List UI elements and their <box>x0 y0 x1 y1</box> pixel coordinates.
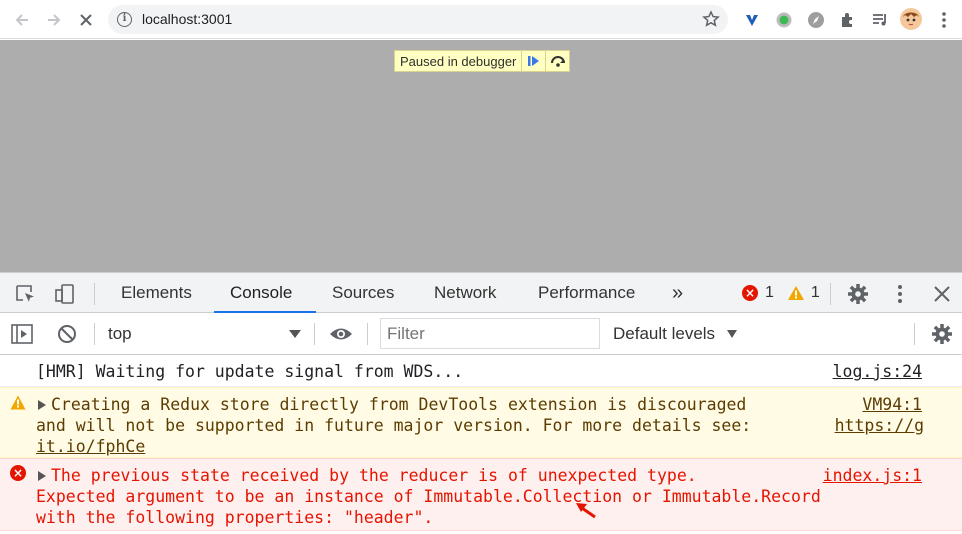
resume-icon <box>527 56 539 66</box>
block-icon <box>58 325 76 343</box>
filter-input[interactable] <box>380 318 600 349</box>
sidebar-toggle-icon <box>11 324 33 344</box>
arrow-right-icon <box>48 14 61 26</box>
message-text: Creating a Redux store directly from Dev… <box>51 395 747 414</box>
tab-performance[interactable]: Performance <box>538 273 635 313</box>
toolbar-divider <box>367 323 368 345</box>
tab-console[interactable]: Console <box>230 273 292 313</box>
show-sidebar-button[interactable] <box>10 322 34 346</box>
console-message-error: × The previous state received by the red… <box>0 458 962 531</box>
device-mobile-icon <box>55 284 74 304</box>
tab-sources[interactable]: Sources <box>332 273 394 313</box>
paused-label: Paused in debugger <box>400 53 517 69</box>
warning-icon <box>787 286 804 300</box>
back-button[interactable] <box>10 8 34 32</box>
warning-count: 1 <box>810 284 820 301</box>
page-viewport: Paused in debugger <box>0 40 962 272</box>
message-text: The previous state received by the reduc… <box>51 466 697 485</box>
chevron-down-icon[interactable] <box>727 330 737 338</box>
extension-circle-icon[interactable] <box>774 10 794 30</box>
profile-avatar[interactable] <box>900 8 922 30</box>
expand-triangle-icon[interactable] <box>38 471 46 481</box>
paused-in-debugger-overlay: Paused in debugger <box>394 50 571 72</box>
tab-network[interactable]: Network <box>434 273 496 313</box>
eye-icon <box>330 328 352 340</box>
message-text: with the following properties: "header". <box>36 508 434 527</box>
browser-toolbar: i localhost:3001 <box>0 0 962 39</box>
tab-elements[interactable]: Elements <box>121 273 192 313</box>
inspect-element-button[interactable] <box>13 282 37 306</box>
info-icon[interactable]: i <box>117 12 132 27</box>
message-text: Expected argument to be an instance of I… <box>36 487 821 506</box>
live-expression-button[interactable] <box>329 322 353 346</box>
forward-button[interactable] <box>42 8 66 32</box>
step-over-icon <box>550 56 565 67</box>
close-icon <box>934 286 950 302</box>
devtools-panel: Elements Console Sources Network Perform… <box>0 272 962 534</box>
resume-button[interactable] <box>521 51 545 71</box>
context-selector[interactable]: top <box>108 324 132 344</box>
source-link[interactable]: index.js:1 <box>823 465 922 486</box>
annotation-arrow-icon <box>576 503 596 519</box>
more-tabs-button[interactable]: » <box>672 273 683 313</box>
chevron-down-icon[interactable] <box>289 330 301 338</box>
clear-console-button[interactable] <box>55 322 79 346</box>
message-link[interactable]: https://g <box>835 415 924 436</box>
extensions-puzzle-icon[interactable] <box>838 10 858 30</box>
gear-icon <box>932 324 952 344</box>
devtools-menu-button[interactable] <box>888 282 912 306</box>
console-settings-button[interactable] <box>930 322 954 346</box>
log-levels-dropdown[interactable]: Default levels <box>613 324 715 344</box>
cursor-select-icon <box>16 285 34 302</box>
warning-icon <box>10 395 26 410</box>
toolbar-divider <box>314 323 315 345</box>
console-message-info: [HMR] Waiting for update signal from WDS… <box>0 356 962 387</box>
more-vertical-icon <box>942 12 946 28</box>
error-icon: × <box>10 465 26 481</box>
bookmark-star-icon[interactable] <box>702 10 720 33</box>
more-vertical-icon <box>898 285 902 303</box>
toolbar-divider <box>94 283 95 305</box>
source-link[interactable]: VM94:1 <box>862 394 922 415</box>
console-message-warning: Creating a Redux store directly from Dev… <box>0 387 962 458</box>
close-devtools-button[interactable] <box>930 282 954 306</box>
url-text: localhost:3001 <box>142 11 233 27</box>
devtools-tab-bar: Elements Console Sources Network Perform… <box>0 272 962 313</box>
message-link-continued[interactable]: it.io/fphCe <box>36 436 145 457</box>
message-text: and will not be supported in future majo… <box>36 416 752 435</box>
address-bar[interactable]: i localhost:3001 <box>108 5 728 34</box>
toolbar-divider <box>830 283 831 305</box>
step-over-button[interactable] <box>545 51 569 71</box>
devtools-settings-button[interactable] <box>846 282 870 306</box>
device-toolbar-button[interactable] <box>53 282 77 306</box>
extension-v-icon[interactable] <box>742 10 762 30</box>
stop-button[interactable] <box>74 8 98 32</box>
message-text: [HMR] Waiting for update signal from WDS… <box>36 362 464 381</box>
source-link[interactable]: log.js:24 <box>833 361 922 382</box>
media-queue-icon[interactable] <box>870 10 890 30</box>
gear-icon <box>848 284 868 304</box>
toolbar-divider <box>94 323 95 345</box>
error-count: 1 <box>765 284 774 301</box>
issue-counts[interactable]: × 1 1 <box>742 273 820 313</box>
toolbar-divider <box>914 323 915 345</box>
error-icon: × <box>742 285 758 301</box>
close-icon <box>80 14 92 26</box>
expand-triangle-icon[interactable] <box>38 400 46 410</box>
extension-compass-icon[interactable] <box>806 10 826 30</box>
arrow-left-icon <box>15 14 28 26</box>
console-toolbar: top Default levels <box>0 313 962 355</box>
browser-menu-button[interactable] <box>934 10 954 30</box>
